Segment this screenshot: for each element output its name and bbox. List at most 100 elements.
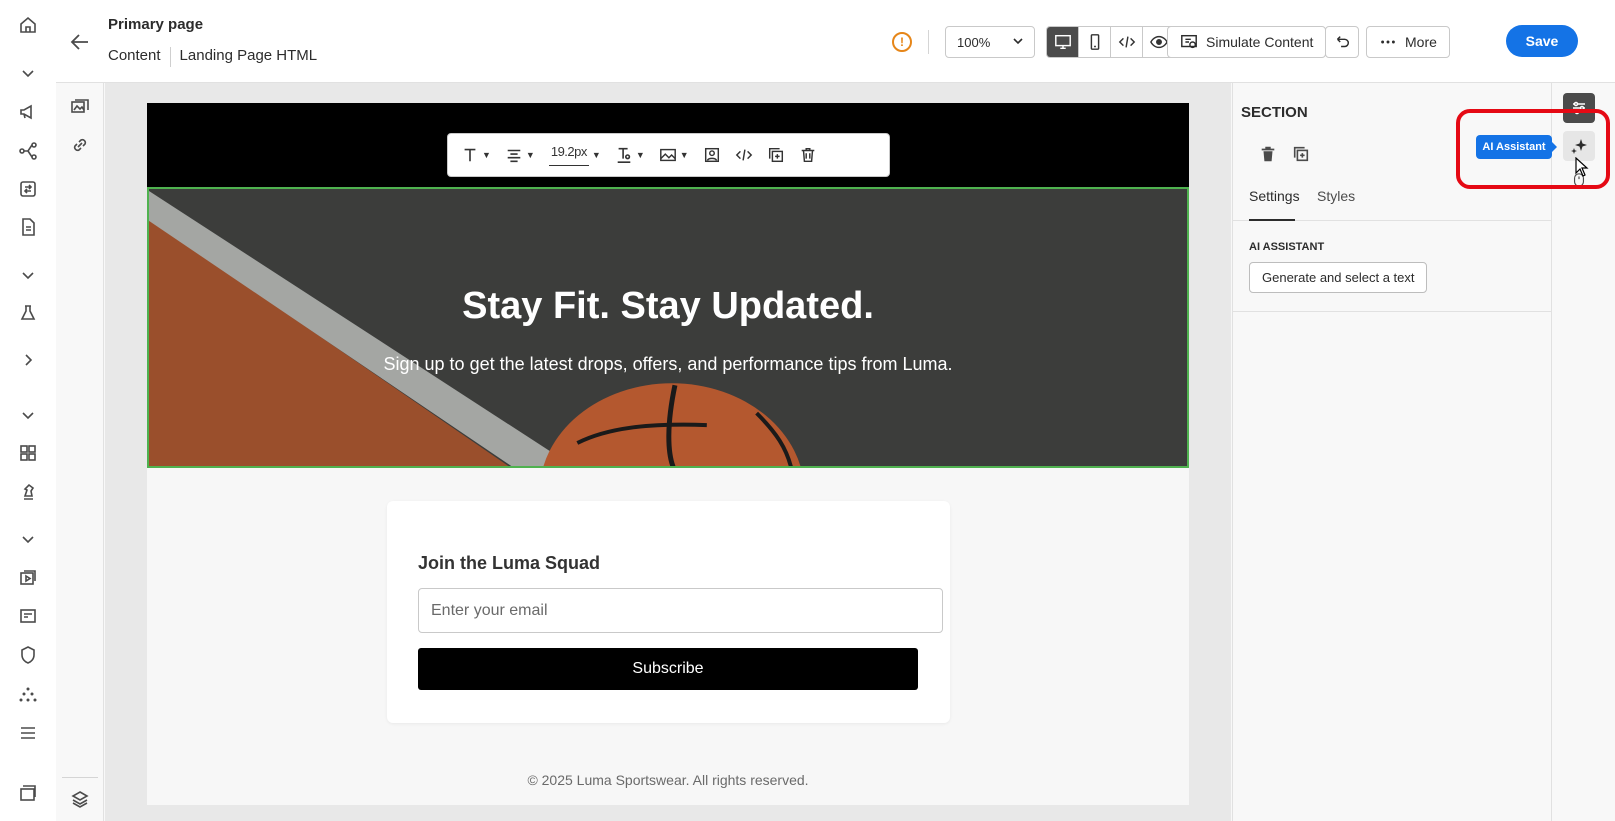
journey-icon[interactable] <box>16 139 40 163</box>
image-icon <box>659 148 676 162</box>
mouse-pointer-icon <box>1575 157 1589 177</box>
ellipsis-icon <box>1381 40 1395 44</box>
divider <box>928 30 929 54</box>
folders-icon[interactable] <box>16 781 40 805</box>
code-icon <box>735 149 752 161</box>
delete-section-button[interactable] <box>1257 143 1279 165</box>
breadcrumb-landing-page[interactable]: Landing Page HTML <box>180 47 318 67</box>
more-label: More <box>1405 34 1437 50</box>
more-button[interactable]: More <box>1366 26 1450 58</box>
align-dropdown[interactable]: ▼ <box>498 140 542 170</box>
sparkle-icon <box>1571 139 1587 154</box>
hero-subtitle[interactable]: Sign up to get the latest drops, offers,… <box>149 354 1187 375</box>
chevron-down-icon[interactable] <box>16 263 40 287</box>
properties-toggle-button[interactable] <box>1563 93 1595 123</box>
page-title: Primary page <box>108 16 204 33</box>
back-arrow-icon[interactable] <box>68 30 92 54</box>
ai-assistant-label: AI ASSISTANT <box>1249 241 1325 253</box>
html-code-button[interactable] <box>728 140 760 170</box>
grid-icon[interactable] <box>16 441 40 465</box>
breadcrumb: Content Landing Page HTML <box>108 47 317 67</box>
list-icon[interactable] <box>16 721 40 745</box>
desktop-icon <box>1054 34 1071 50</box>
content-switch-icon[interactable] <box>16 177 40 201</box>
breadcrumb-content[interactable]: Content <box>108 47 161 67</box>
eye-icon <box>1150 35 1168 49</box>
document-icon[interactable] <box>16 215 40 239</box>
zoom-select[interactable]: 100% <box>945 26 1035 58</box>
text-color-dropdown[interactable]: ▼ <box>608 140 652 170</box>
layers-icon[interactable] <box>68 787 92 811</box>
zoom-value: 100% <box>957 34 991 50</box>
chess-icon[interactable] <box>16 480 40 504</box>
signup-card-title[interactable]: Join the Luma Squad <box>418 553 600 574</box>
hero-section[interactable]: Stay Fit. Stay Updated. Sign up to get t… <box>147 187 1189 468</box>
align-center-icon <box>507 149 521 163</box>
chevron-down-icon <box>1012 35 1024 50</box>
warning-icon[interactable]: ! <box>892 32 912 52</box>
undo-button[interactable] <box>1325 26 1359 58</box>
divider <box>1233 311 1552 312</box>
delete-button[interactable] <box>792 140 824 170</box>
home-icon[interactable] <box>16 13 40 37</box>
divider <box>62 777 98 778</box>
tab-settings[interactable]: Settings <box>1249 183 1300 221</box>
breadcrumb-separator <box>169 47 171 67</box>
basketball-court-image <box>149 189 1187 466</box>
chevron-down-icon[interactable] <box>16 527 40 551</box>
ai-assistant-tooltip: AI Assistant <box>1476 135 1557 159</box>
signup-card: Join the Luma Squad Subscribe <box>387 501 950 723</box>
text-icon <box>464 148 476 162</box>
assets-icon[interactable] <box>68 96 92 120</box>
code-icon <box>1118 36 1135 48</box>
footer-copyright[interactable]: © 2025 Luma Sportswear. All rights reser… <box>147 772 1189 788</box>
tab-styles[interactable]: Styles <box>1317 183 1355 221</box>
form-icon[interactable] <box>16 604 40 628</box>
rich-text-toolbar: ▼ ▼ 19.2px ▼ ▼ ▼ <box>447 133 890 177</box>
duplicate-section-button[interactable] <box>1290 143 1312 165</box>
generate-text-button[interactable]: Generate and select a text <box>1249 262 1428 293</box>
sliders-icon <box>1573 101 1585 115</box>
dots-grid-icon[interactable] <box>16 683 40 707</box>
view-mode-group <box>1046 26 1176 58</box>
duplicate-button[interactable] <box>760 140 792 170</box>
code-view-button[interactable] <box>1111 27 1143 57</box>
trash-icon <box>1261 146 1275 162</box>
image-dropdown[interactable]: ▼ <box>652 140 696 170</box>
beaker-icon[interactable] <box>16 301 40 325</box>
font-size-value: 19.2px <box>548 144 589 166</box>
save-button[interactable]: Save <box>1506 25 1578 57</box>
chevron-down-icon[interactable] <box>16 403 40 427</box>
media-icon[interactable] <box>16 566 40 590</box>
simulate-content-label: Simulate Content <box>1206 34 1314 50</box>
personalize-button[interactable] <box>696 140 728 170</box>
desktop-view-button[interactable] <box>1047 27 1079 57</box>
duplicate-icon <box>1293 146 1309 162</box>
chevron-right-icon[interactable] <box>16 348 40 372</box>
properties-panel: SECTION Settings Styles AI ASSISTANT Gen… <box>1232 83 1552 821</box>
email-field[interactable] <box>418 588 943 633</box>
mobile-view-button[interactable] <box>1079 27 1111 57</box>
font-size-dropdown[interactable]: 19.2px ▼ <box>542 140 608 170</box>
tool-column <box>56 83 104 821</box>
panel-title: SECTION <box>1241 104 1308 121</box>
trash-icon <box>801 147 814 163</box>
megaphone-icon[interactable] <box>16 100 40 124</box>
landing-page-preview: ▼ ▼ 19.2px ▼ ▼ ▼ Stay Fit. Stay Updated.… <box>147 103 1189 805</box>
link-icon[interactable] <box>68 133 92 157</box>
right-rail <box>1551 83 1615 821</box>
hero-title[interactable]: Stay Fit. Stay Updated. <box>149 285 1187 328</box>
mobile-icon <box>1090 34 1099 50</box>
personalize-icon <box>704 147 719 163</box>
simulate-content-button[interactable]: Simulate Content <box>1167 26 1327 58</box>
left-nav-rail <box>0 0 56 821</box>
warning-glyph: ! <box>900 35 904 49</box>
editor-header: Primary page Content Landing Page HTML !… <box>56 0 1615 83</box>
undo-icon <box>1336 36 1350 48</box>
subscribe-button[interactable]: Subscribe <box>418 648 918 690</box>
text-style-dropdown[interactable]: ▼ <box>454 140 498 170</box>
panel-tabs: Settings Styles <box>1233 183 1552 221</box>
shield-icon[interactable] <box>16 643 40 667</box>
chevron-down-icon[interactable] <box>16 61 40 85</box>
editor-canvas: ▼ ▼ 19.2px ▼ ▼ ▼ Stay Fit. Stay Updated.… <box>105 83 1231 821</box>
